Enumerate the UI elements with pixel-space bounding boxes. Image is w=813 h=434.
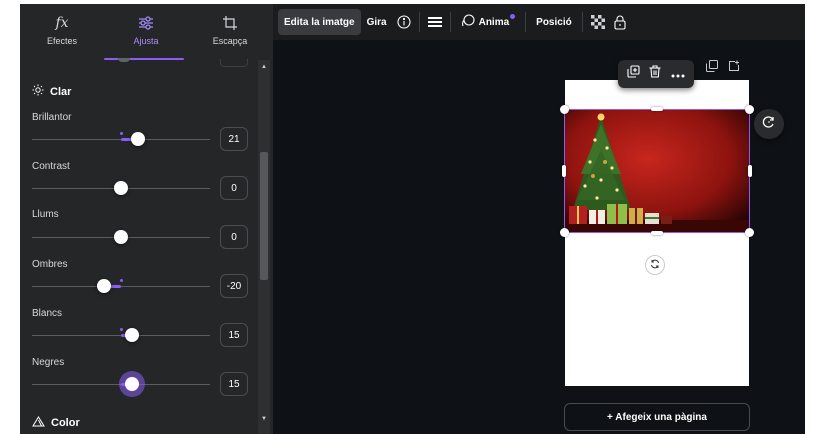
lock-icon[interactable] xyxy=(609,9,631,35)
tab-crop[interactable]: Escapça xyxy=(188,4,272,60)
position-button[interactable]: Posició xyxy=(530,9,578,35)
rotate-menu-button[interactable]: Gira xyxy=(361,9,393,35)
more-options-icon[interactable] xyxy=(671,65,685,83)
slider-shadows-origin-mark xyxy=(120,279,123,282)
tab-adjust-label: Ajusta xyxy=(133,36,159,46)
slider-shadows-track[interactable] xyxy=(32,286,210,287)
fx-icon: fx xyxy=(55,15,69,31)
triangle-palette-icon xyxy=(32,416,45,430)
section-light-title: Clar xyxy=(50,85,72,98)
animate-icon xyxy=(461,13,475,31)
window-left-edge xyxy=(0,0,20,434)
window-right-edge xyxy=(805,0,813,434)
page-actions xyxy=(706,59,740,77)
animate-button[interactable]: Anima xyxy=(455,9,522,35)
border-style-icon[interactable] xyxy=(424,9,446,35)
adjust-panel: fx Efectes Ajusta Escapça Clar Brillanto… xyxy=(20,4,273,434)
slider-shadows-thumb[interactable] xyxy=(97,279,111,293)
resize-handle-top-right[interactable] xyxy=(745,105,754,114)
slider-highlights-thumb[interactable] xyxy=(114,230,128,244)
slider-whites-origin-mark xyxy=(120,328,123,331)
trash-icon[interactable] xyxy=(649,65,661,83)
resize-handle-right[interactable] xyxy=(748,165,752,177)
refresh-sparkle-icon xyxy=(762,115,776,134)
selection-frame xyxy=(564,109,750,233)
slider-brightness-label: Brillantor xyxy=(32,112,72,123)
animate-label: Anima xyxy=(478,16,510,28)
slider-highlights-label: Llums xyxy=(32,209,59,220)
slider-blacks-value[interactable]: 15 xyxy=(220,372,248,396)
slider-whites-value[interactable]: 15 xyxy=(220,323,248,347)
element-floating-toolbar xyxy=(618,60,694,88)
slider-shadows-label: Ombres xyxy=(32,259,68,270)
slider-brightness-value[interactable]: 21 xyxy=(220,127,248,151)
new-feature-dot xyxy=(510,13,516,19)
edit-image-button[interactable]: Edita la imatge xyxy=(278,9,361,35)
add-page-button[interactable]: + Afegeix una pàgina xyxy=(564,403,750,431)
toolbar-separator xyxy=(525,12,527,32)
slider-contrast-value[interactable]: 0 xyxy=(220,176,248,200)
scroll-up-arrow[interactable]: ▲ xyxy=(258,62,270,72)
slider-shadows-value[interactable]: -20 xyxy=(220,274,248,298)
top-toolbar: Edita la imatge Gira Anima Posició xyxy=(273,4,805,40)
active-tab-indicator xyxy=(104,58,184,60)
slider-brightness-thumb[interactable] xyxy=(131,132,145,146)
scroll-down-arrow[interactable]: ▼ xyxy=(258,414,270,424)
section-color-title: Color xyxy=(51,417,80,429)
section-light-header[interactable]: Clar xyxy=(32,84,71,99)
tab-effects-label: Efectes xyxy=(46,36,77,46)
slider-whites-thumb[interactable] xyxy=(125,328,139,342)
panel-scrollbar-thumb[interactable] xyxy=(260,152,268,280)
sliders-icon xyxy=(138,14,154,32)
resize-handle-bottom-right[interactable] xyxy=(745,228,754,237)
tab-crop-label: Escapça xyxy=(212,36,248,46)
resize-handle-bottom[interactable] xyxy=(651,231,663,235)
sun-icon xyxy=(32,84,44,99)
tab-adjust[interactable]: Ajusta xyxy=(104,4,188,60)
slider-highlights-value[interactable]: 0 xyxy=(220,225,248,249)
toolbar-separator xyxy=(581,12,583,32)
info-icon[interactable] xyxy=(393,9,415,35)
crop-icon xyxy=(222,14,238,32)
slider-contrast-label: Contrast xyxy=(32,161,70,172)
toolbar-separator xyxy=(418,12,420,32)
previous-slider-thumb xyxy=(118,58,130,62)
resize-handle-left[interactable] xyxy=(562,165,566,177)
duplicate-icon[interactable] xyxy=(627,65,640,83)
slider-brightness-origin-mark xyxy=(120,132,123,135)
section-color-header[interactable]: Color xyxy=(32,416,80,430)
toolbar-separator xyxy=(449,12,451,32)
previous-value-box xyxy=(220,59,248,67)
slider-whites-label: Blancs xyxy=(32,308,63,319)
rotate-icon xyxy=(650,256,660,274)
magic-refresh-button[interactable] xyxy=(754,109,784,139)
slider-blacks-thumb[interactable] xyxy=(125,377,139,391)
tab-effects[interactable]: fx Efectes xyxy=(20,4,104,60)
add-page-icon[interactable] xyxy=(728,59,740,77)
duplicate-page-icon[interactable] xyxy=(706,59,718,77)
rotate-handle[interactable] xyxy=(645,255,665,275)
transparency-icon[interactable] xyxy=(587,9,609,35)
resize-handle-top-left[interactable] xyxy=(560,105,569,114)
resize-handle-bottom-left[interactable] xyxy=(560,228,569,237)
resize-handle-top[interactable] xyxy=(651,107,663,111)
slider-contrast-thumb[interactable] xyxy=(114,181,128,195)
slider-blacks-label: Negres xyxy=(32,357,65,368)
panel-tabs: fx Efectes Ajusta Escapça xyxy=(20,4,273,60)
